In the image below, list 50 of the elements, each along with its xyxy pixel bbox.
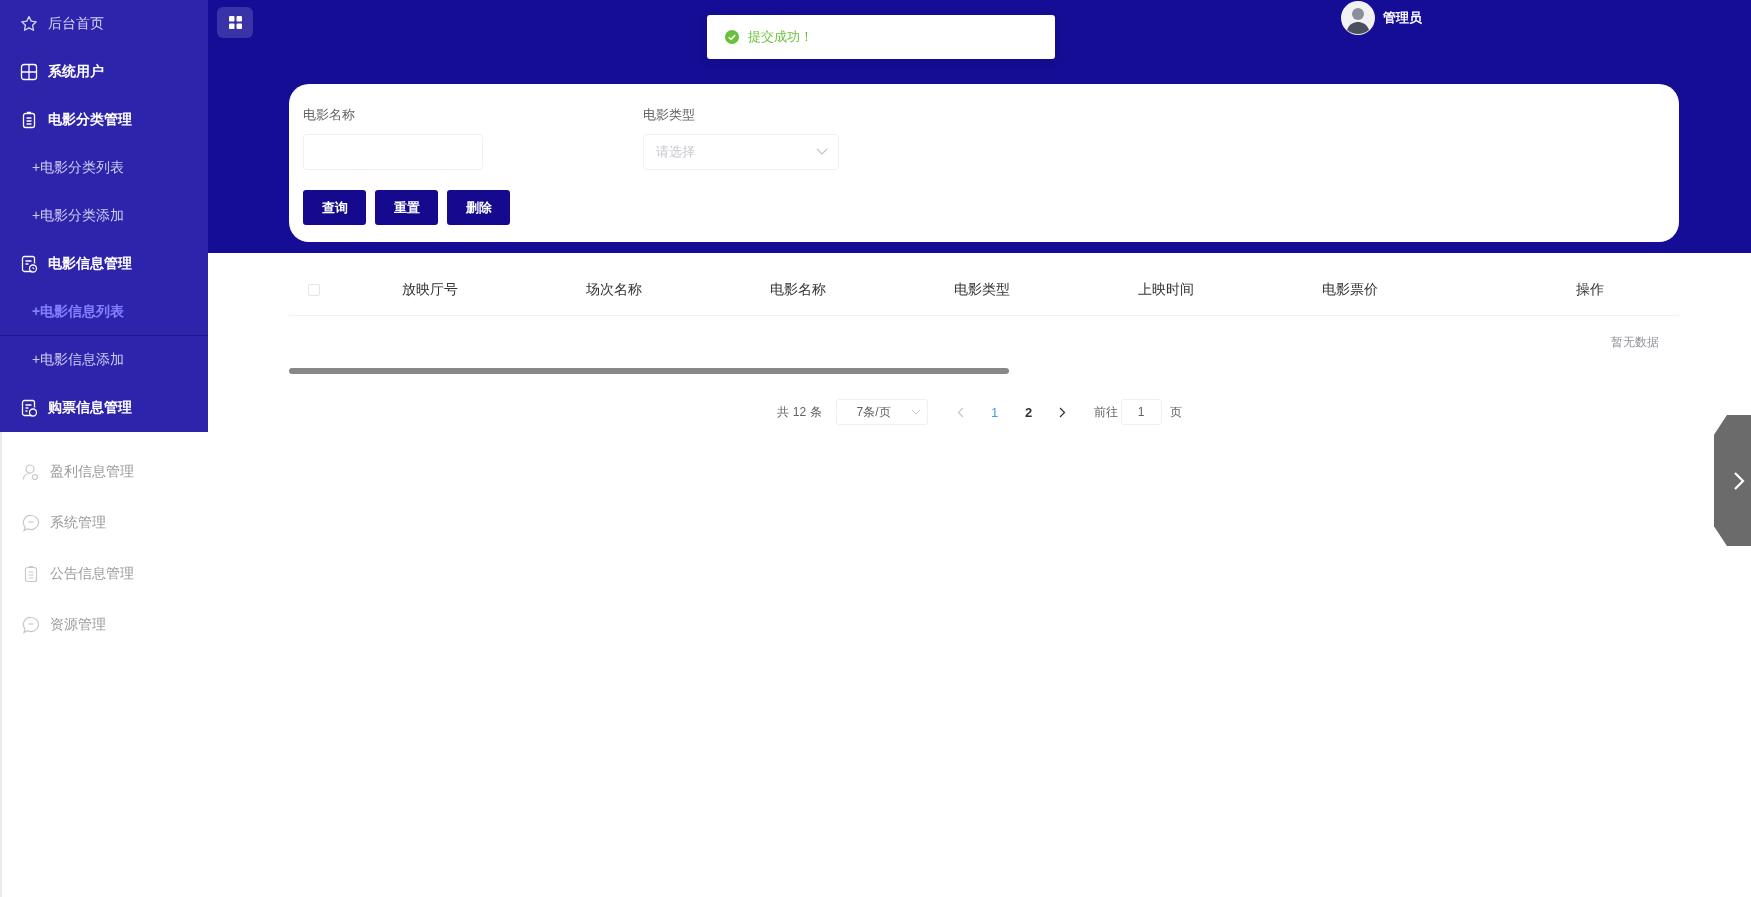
- field-label: 电影类型: [643, 106, 696, 124]
- star-icon: [20, 15, 38, 33]
- submenu-item[interactable]: +电影分类添加: [0, 192, 208, 240]
- action-button[interactable]: 删除: [447, 190, 510, 225]
- page-input[interactable]: 1: [1120, 399, 1162, 425]
- check-circle-icon: [725, 30, 739, 44]
- toast-text: 提交成功！: [748, 28, 813, 46]
- empty-message: 暂无数据: [1611, 334, 1659, 351]
- grid-icon: [20, 63, 38, 81]
- field-label: 电影名称: [303, 106, 356, 124]
- page-size-select[interactable]: 7条/页: [835, 399, 928, 425]
- chat-bubble-icon: [22, 513, 40, 532]
- column-header: 电影名称: [769, 281, 827, 299]
- chevron-down-icon: [910, 409, 921, 415]
- drawer-toggle-button[interactable]: [1714, 415, 1751, 546]
- scrollbar-thumb[interactable]: [289, 368, 1009, 374]
- document-clock-icon: [20, 255, 38, 273]
- sidebar-item[interactable]: 后台首页: [0, 0, 208, 48]
- avatar-icon: [1341, 1, 1375, 35]
- goto-suffix: 页: [1169, 403, 1182, 421]
- submenu-item[interactable]: +电影分类列表: [0, 144, 208, 192]
- sidebar-item[interactable]: 电影分类管理: [0, 96, 208, 144]
- action-button[interactable]: 查询: [303, 190, 366, 225]
- page-number[interactable]: 2: [1011, 404, 1046, 420]
- column-header: 操作: [1575, 281, 1605, 299]
- goto-label: 前往: [1093, 403, 1118, 421]
- column-header: 上映时间: [1137, 281, 1195, 299]
- chevron-down-icon: [816, 148, 828, 156]
- submenu-item[interactable]: +电影信息添加: [0, 336, 208, 384]
- chevron-right-icon: [1059, 406, 1066, 418]
- sidebar-item[interactable]: 电影信息管理: [0, 240, 208, 288]
- menu-toggle-button[interactable]: [217, 7, 253, 38]
- person-icon: [22, 462, 40, 481]
- column-header: 场次名称: [585, 281, 643, 299]
- user-name: 管理员: [1383, 9, 1422, 27]
- sidebar-item[interactable]: 系统用户: [0, 48, 208, 96]
- column-header: 电影票价: [1321, 281, 1379, 299]
- chevron-right-icon: [1733, 470, 1745, 491]
- chevron-left-icon: [957, 406, 964, 418]
- clipboard-icon: [22, 564, 40, 583]
- document-clock-icon: [20, 399, 38, 417]
- clipboard-icon: [20, 111, 38, 129]
- select-all-checkbox[interactable]: [307, 284, 320, 296]
- total-count: 共 12 条: [777, 403, 822, 421]
- chat-bubble-icon: [22, 615, 40, 634]
- column-header: 电影类型: [953, 281, 1011, 299]
- column-header: 放映厅号: [401, 281, 459, 299]
- action-button[interactable]: 重置: [375, 190, 438, 225]
- grid-icon: [228, 16, 242, 29]
- sidebar-item[interactable]: 购票信息管理: [0, 384, 208, 432]
